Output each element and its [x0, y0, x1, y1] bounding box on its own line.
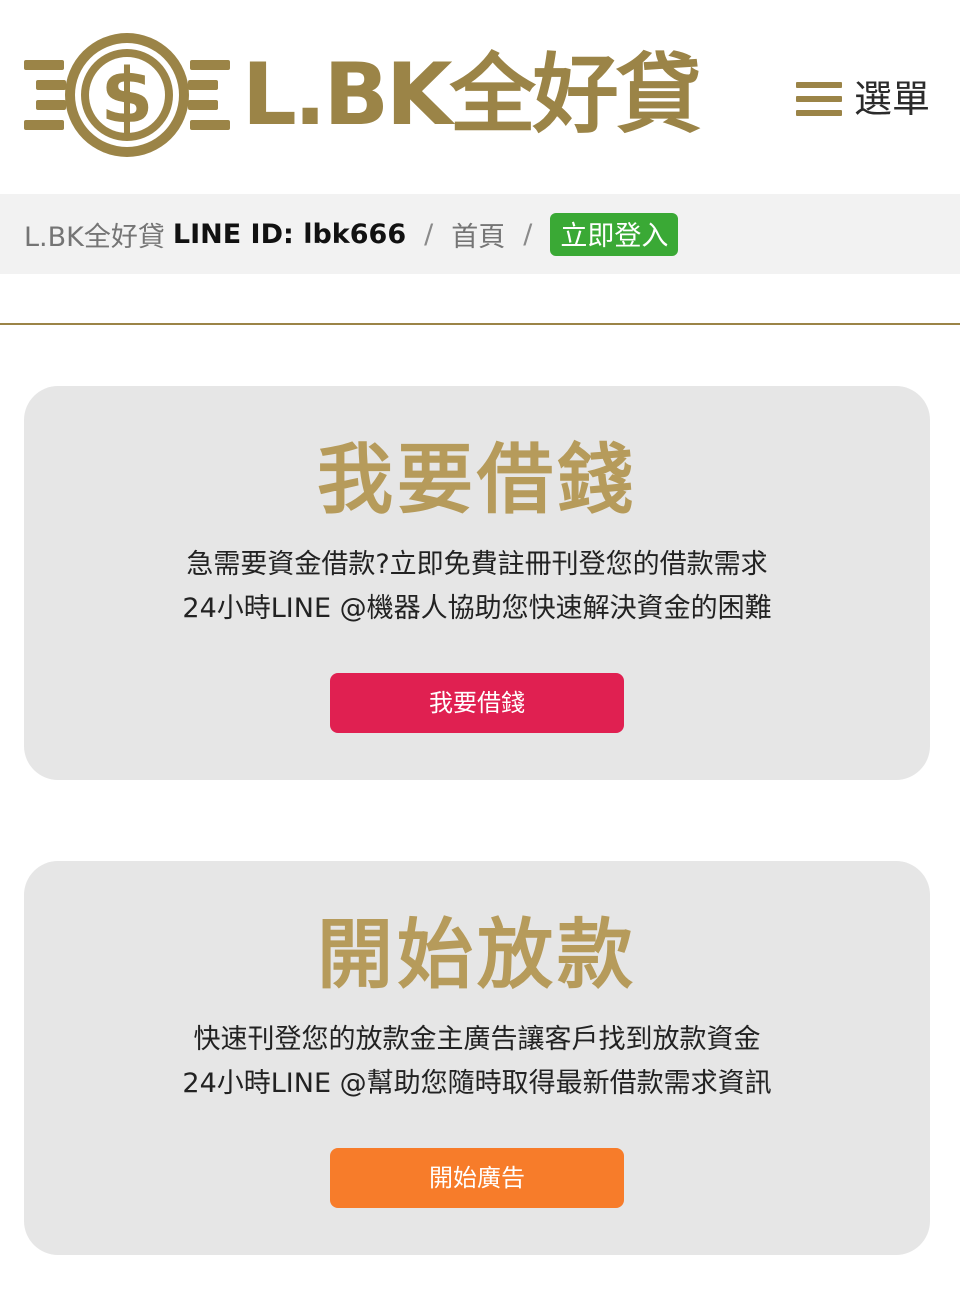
borrow-card-line-1: 急需要資金借款?立即免費註冊刊登您的借款需求 — [186, 549, 768, 581]
lend-card: 開始放款 快速刊登您的放款金主廣告讓客戶找到放款資金 24小時LINE @幫助您… — [24, 861, 930, 1255]
borrow-card-line-2: 24小時LINE @機器人協助您快速解決資金的困難 — [182, 593, 772, 625]
menu-button[interactable]: 選單 — [795, 76, 930, 122]
lend-card-description: 快速刊登您的放款金主廣告讓客戶找到放款資金 24小時LINE @幫助您隨時取得最… — [24, 1018, 930, 1106]
breadcrumb-line-id: LINE ID: lbk666 — [172, 218, 407, 250]
start-advertising-button[interactable]: 開始廣告 — [330, 1148, 624, 1209]
borrow-card-description: 急需要資金借款?立即免費註冊刊登您的借款需求 24小時LINE @機器人協助您快… — [24, 543, 930, 631]
logo-text: L.BK全好貸 — [242, 45, 702, 145]
breadcrumb-login-button[interactable]: 立即登入 — [550, 212, 679, 256]
borrow-money-button[interactable]: 我要借錢 — [330, 673, 624, 734]
section-divider — [0, 323, 960, 325]
dollar-coin-logo-icon: $ — [24, 33, 230, 157]
hamburger-icon — [795, 82, 842, 116]
breadcrumb: L.BK全好貸 LINE ID: lbk666 / 首頁 / 立即登入 — [0, 194, 960, 274]
lend-card-title: 開始放款 — [317, 910, 637, 999]
breadcrumb-home-link[interactable]: 首頁 — [451, 215, 505, 254]
site-logo[interactable]: $ L.BK全好貸 — [24, 30, 702, 160]
menu-label: 選單 — [853, 77, 930, 121]
lend-card-line-1: 快速刊登您的放款金主廣告讓客戶找到放款資金 — [193, 1024, 761, 1056]
lend-card-line-2: 24小時LINE @幫助您隨時取得最新借款需求資訊 — [182, 1068, 772, 1100]
svg-text:$: $ — [101, 51, 154, 140]
breadcrumb-separator: / — [523, 218, 533, 250]
borrow-card-title: 我要借錢 — [317, 435, 637, 524]
borrow-card: 我要借錢 急需要資金借款?立即免費註冊刊登您的借款需求 24小時LINE @機器… — [24, 386, 930, 780]
breadcrumb-site-name: L.BK全好貸 — [24, 221, 165, 253]
site-header: $ L.BK全好貸 選單 — [0, 0, 960, 194]
breadcrumb-separator: / — [424, 218, 434, 250]
